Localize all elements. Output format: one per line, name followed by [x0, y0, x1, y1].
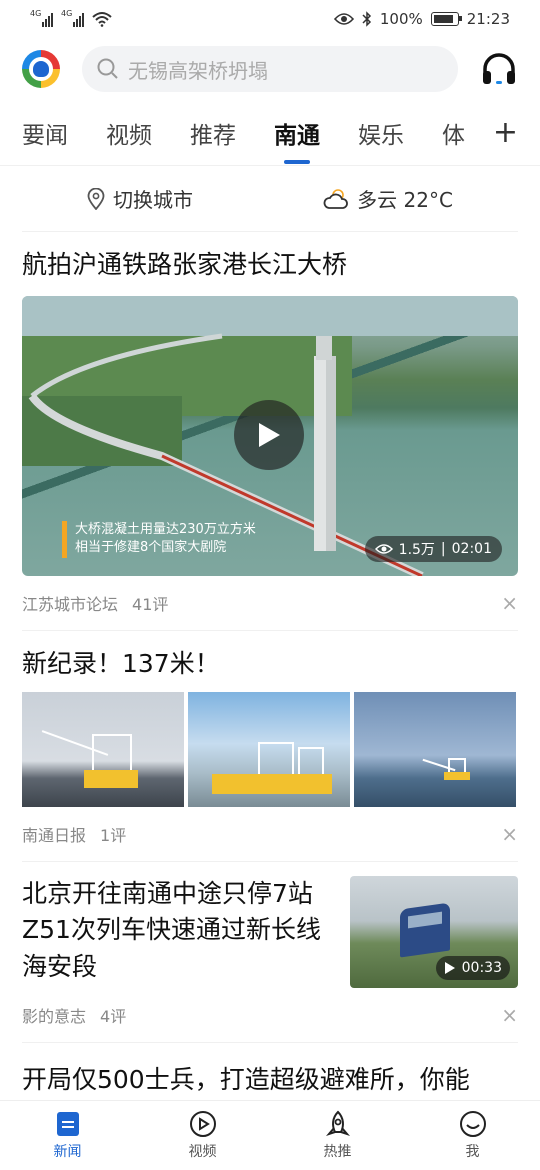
article-image[interactable] [354, 692, 516, 807]
weather-label: 多云 22°C [357, 188, 453, 212]
news-icon [56, 1112, 79, 1136]
app-logo[interactable] [22, 50, 60, 88]
add-channel-button[interactable]: + [462, 100, 540, 165]
status-bar: 4G 4G 100% 21:23 [0, 0, 540, 38]
separator: | [440, 540, 446, 557]
location-pin-icon [87, 187, 105, 210]
close-icon[interactable]: × [501, 1003, 518, 1027]
signal-icon: 4G [30, 9, 53, 27]
rocket-icon [325, 1110, 350, 1137]
video-duration: 02:01 [451, 540, 492, 557]
tab-entertainment[interactable]: 娱乐 [358, 116, 404, 150]
network-type-label: 4G [30, 9, 42, 18]
tab-video[interactable]: 视频 [106, 116, 152, 150]
nav-me[interactable]: 我 [433, 1110, 513, 1161]
caption-line: 大桥混凝土用量达230万立方米 [75, 522, 256, 538]
nav-video[interactable]: 视频 [163, 1110, 243, 1161]
header: 无锡高架桥坍塌 [0, 38, 540, 100]
close-icon[interactable]: × [501, 591, 518, 615]
switch-city-label: 切换城市 [113, 188, 194, 212]
nav-news[interactable]: 新闻 [28, 1110, 108, 1161]
comment-count: 41评 [132, 594, 169, 614]
signal-icon: 4G [61, 9, 84, 27]
card-body: 北京开往南通中途只停7站 Z51次列车快速通过新长线海安段 00:33 [22, 862, 518, 988]
city-bar: 切换城市 多云 22°C [22, 166, 518, 232]
wifi-icon [92, 12, 112, 27]
video-duration-badge: 00:33 [435, 956, 510, 980]
article-source: 南通日报 [22, 826, 87, 845]
search-icon [97, 58, 118, 79]
news-card-partial[interactable]: 开局仅500士兵，打造超级避难所，你能 [22, 1043, 518, 1099]
tab-nantong[interactable]: 南通 [274, 116, 320, 150]
view-count: 1.5万 [398, 541, 435, 558]
article-source: 影的意志 [22, 1007, 87, 1026]
train-image [400, 902, 450, 958]
play-button[interactable] [234, 399, 304, 470]
tab-yaowen[interactable]: 要闻 [22, 116, 68, 150]
battery-icon [430, 12, 462, 26]
play-icon [444, 962, 455, 974]
article-meta: 影的意志 4评 × [22, 988, 518, 1042]
headset-icon[interactable] [480, 50, 518, 88]
comment-count: 1评 [100, 826, 127, 845]
nav-label: 我 [465, 1144, 480, 1160]
caption-line: 相当于修建8个国家大剧院 [75, 540, 227, 556]
status-left: 4G 4G [30, 9, 112, 27]
smile-icon [459, 1111, 486, 1137]
channel-tabs: 要闻 视频 推荐 南通 娱乐 体 + [0, 100, 540, 166]
image-row [22, 692, 518, 807]
article-title[interactable]: 开局仅500士兵，打造超级避难所，你能 [22, 1043, 518, 1099]
video-play-icon [189, 1111, 216, 1137]
article-source: 江苏城市论坛 [22, 594, 119, 614]
video-thumbnail[interactable]: 00:33 [350, 876, 518, 988]
status-right: 100% 21:23 [333, 10, 510, 28]
bottom-nav: 新闻 视频 热推 我 [0, 1100, 540, 1170]
nav-hot[interactable]: 热推 [298, 1110, 378, 1161]
news-card-video[interactable]: 航拍沪通铁路张家港长江大桥 大桥混凝土用量达230万立方米 相当于修建8个国家大… [22, 232, 518, 631]
search-placeholder: 无锡高架桥坍塌 [128, 58, 268, 83]
news-card-text-video[interactable]: 北京开往南通中途只停7站 Z51次列车快速通过新长线海安段 00:33 影的意志… [22, 862, 518, 1043]
eye-icon [374, 543, 393, 554]
nav-label: 热推 [323, 1144, 352, 1160]
article-title[interactable]: 新纪录！137米！ [22, 631, 518, 683]
eye-icon [333, 13, 354, 25]
video-duration: 00:33 [461, 960, 502, 976]
nav-label: 视频 [188, 1144, 217, 1160]
article-image[interactable] [22, 692, 184, 807]
switch-city-button[interactable]: 切换城市 [87, 184, 193, 213]
network-type-label: 4G [61, 9, 73, 18]
news-card-three-images[interactable]: 新纪录！137米！ 南通日报 1评 × [22, 631, 518, 862]
clock: 21:23 [466, 10, 510, 28]
article-meta: 江苏城市论坛 41评 × [22, 576, 518, 630]
article-title[interactable]: 航拍沪通铁路张家港长江大桥 [22, 232, 518, 284]
video-caption: 大桥混凝土用量达230万立方米 相当于修建8个国家大剧院 [62, 521, 256, 558]
video-info-badge: 1.5万 | 02:01 [364, 535, 502, 562]
tab-recommend[interactable]: 推荐 [190, 116, 236, 150]
bluetooth-icon [362, 11, 371, 27]
close-icon[interactable]: × [501, 822, 518, 846]
plus-icon: + [492, 115, 518, 150]
comment-count: 4评 [100, 1007, 127, 1026]
play-icon [259, 422, 280, 447]
battery-percent: 100% [379, 10, 423, 28]
article-title[interactable]: 北京开往南通中途只停7站 Z51次列车快速通过新长线海安段 [22, 876, 336, 988]
weather-widget[interactable]: 多云 22°C [323, 184, 453, 213]
nav-label: 新闻 [53, 1144, 82, 1160]
article-meta: 南通日报 1评 × [22, 807, 518, 861]
video-thumbnail[interactable]: 大桥混凝土用量达230万立方米 相当于修建8个国家大剧院 1.5万 | 02:0… [22, 295, 518, 576]
search-box[interactable]: 无锡高架桥坍塌 [82, 46, 458, 92]
cloudy-weather-icon [323, 188, 349, 209]
article-image[interactable] [188, 692, 350, 807]
